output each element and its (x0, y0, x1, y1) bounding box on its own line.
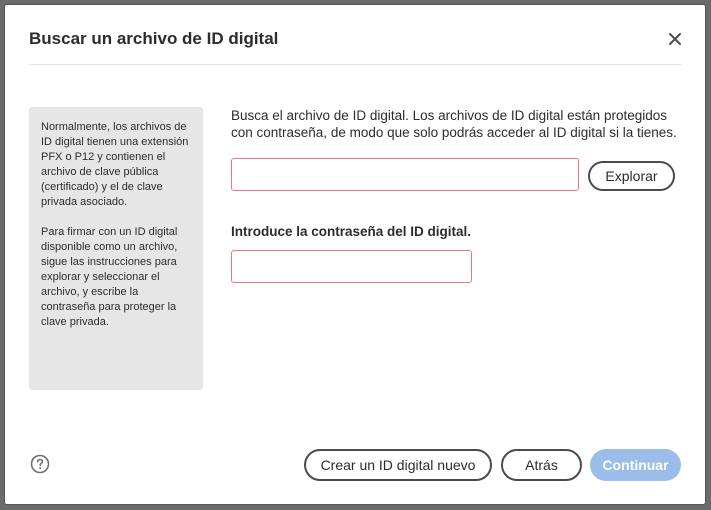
help-button[interactable] (30, 454, 50, 474)
browse-button[interactable]: Explorar (588, 161, 675, 191)
info-paragraph-1: Normalmente, los archivos de ID digital … (41, 121, 189, 208)
find-digital-id-dialog: Buscar un archivo de ID digital Normalme… (5, 5, 705, 504)
info-paragraph-2: Para firmar con un ID digital disponible… (41, 226, 178, 328)
continue-button[interactable]: Continuar (590, 449, 681, 481)
file-path-input[interactable] (231, 158, 579, 191)
help-icon (30, 454, 50, 474)
dialog-title: Buscar un archivo de ID digital (29, 29, 279, 48)
password-input[interactable] (231, 250, 472, 283)
description-text: Busca el archivo de ID digital. Los arch… (231, 108, 677, 140)
back-button[interactable]: Atrás (501, 449, 582, 481)
info-panel: Normalmente, los archivos de ID digital … (29, 107, 203, 390)
password-label: Introduce la contraseña del ID digital. (231, 224, 472, 239)
header-divider (29, 64, 681, 65)
close-icon (669, 33, 681, 45)
create-new-digital-id-button[interactable]: Crear un ID digital nuevo (304, 449, 492, 481)
close-button[interactable] (665, 29, 685, 49)
